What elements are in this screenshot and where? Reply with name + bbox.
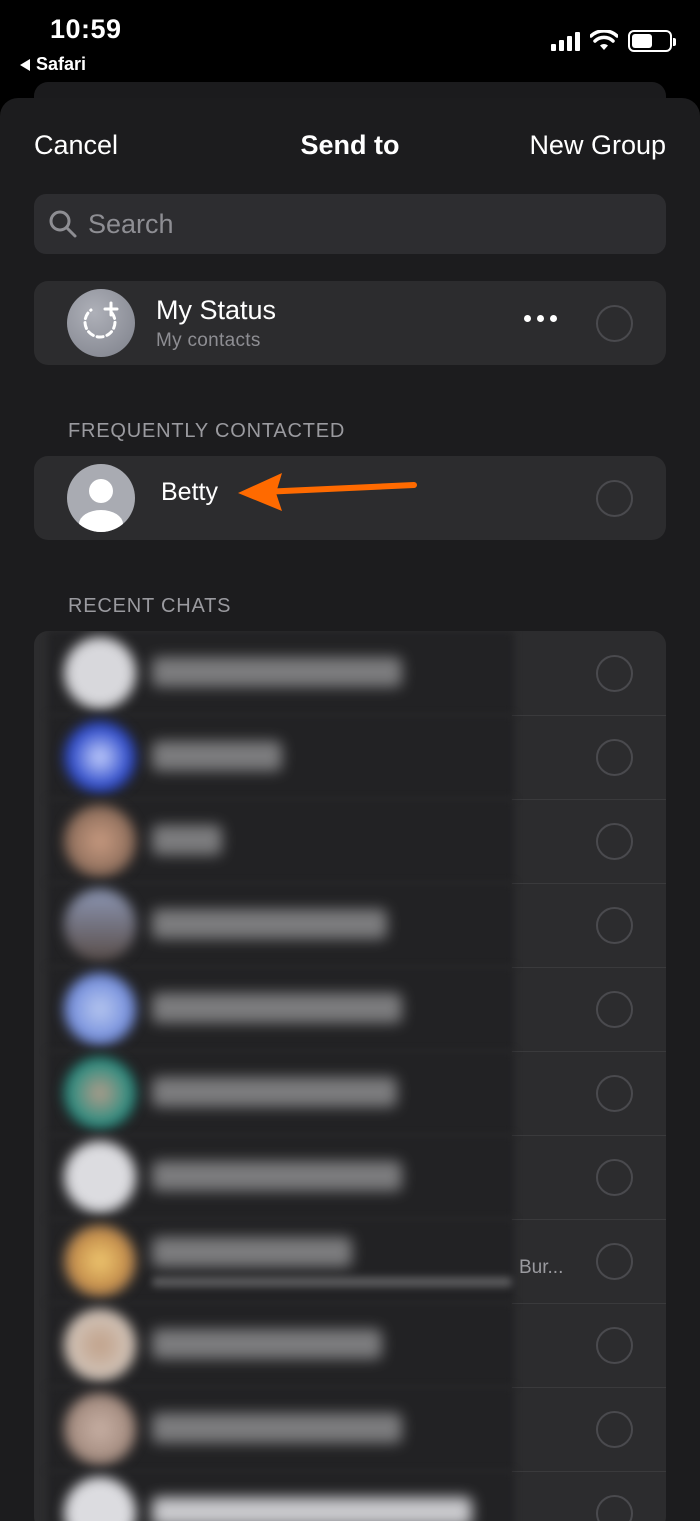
select-chat-radio[interactable] xyxy=(596,991,633,1028)
chat-row[interactable] xyxy=(34,799,666,883)
select-chat-radio[interactable] xyxy=(596,1495,633,1521)
select-chat-radio[interactable] xyxy=(596,1243,633,1280)
back-triangle-icon xyxy=(20,58,30,71)
my-status-avatar xyxy=(67,289,135,357)
chat-row[interactable] xyxy=(34,883,666,967)
chat-row[interactable] xyxy=(34,1387,666,1471)
clock: 10:59 xyxy=(50,14,122,44)
chat-row[interactable] xyxy=(34,631,666,715)
wifi-icon xyxy=(590,30,618,50)
new-group-button[interactable]: New Group xyxy=(529,130,666,161)
select-chat-radio[interactable] xyxy=(596,1159,633,1196)
my-status-row[interactable]: My Status My contacts xyxy=(34,281,666,365)
select-chat-radio[interactable] xyxy=(596,739,633,776)
add-status-icon xyxy=(83,301,119,339)
contact-name: Betty xyxy=(161,478,218,506)
chat-row[interactable] xyxy=(34,967,666,1051)
chat-row[interactable] xyxy=(34,715,666,799)
cancel-button[interactable]: Cancel xyxy=(34,130,118,161)
chat-row[interactable] xyxy=(34,1303,666,1387)
chat-row[interactable] xyxy=(34,1051,666,1135)
chat-subtitle: Bur... xyxy=(519,1257,564,1278)
status-bar: 10:59 Safari xyxy=(0,0,700,90)
chat-row[interactable]: Bur... xyxy=(34,1219,666,1303)
back-to-app-link[interactable]: Safari xyxy=(20,54,86,75)
select-chat-radio[interactable] xyxy=(596,1327,633,1364)
select-chat-radio[interactable] xyxy=(596,823,633,860)
orange-arrow-annotation xyxy=(238,473,417,511)
select-chat-radio[interactable] xyxy=(596,1411,633,1448)
recent-chats-header: RECENT CHATS xyxy=(68,595,232,617)
page-title-text: Send to xyxy=(300,130,400,160)
select-chat-radio[interactable] xyxy=(596,907,633,944)
chat-row[interactable] xyxy=(34,1135,666,1219)
select-betty-radio[interactable] xyxy=(596,480,633,517)
select-my-status-radio[interactable] xyxy=(596,305,633,342)
battery-icon xyxy=(628,30,676,52)
chat-row[interactable] xyxy=(34,1471,666,1521)
nav-bar: Cancel Send to New Group xyxy=(0,98,700,194)
back-app-label: Safari xyxy=(36,54,87,74)
more-options-icon[interactable] xyxy=(524,315,557,322)
search-bar[interactable] xyxy=(34,194,666,254)
cellular-signal-icon xyxy=(551,31,580,51)
select-chat-radio[interactable] xyxy=(596,1075,633,1112)
my-status-subtitle: My contacts xyxy=(156,330,261,351)
search-icon xyxy=(49,210,77,238)
default-avatar-icon xyxy=(67,464,135,532)
my-status-title: My Status xyxy=(156,295,277,325)
search-input[interactable] xyxy=(88,208,628,240)
recent-chats-card: Bur... xyxy=(34,631,666,1521)
select-chat-radio[interactable] xyxy=(596,655,633,692)
frequently-contacted-header: FREQUENTLY CONTACTED xyxy=(68,420,346,442)
send-to-sheet: Cancel Send to New Group My Status My co… xyxy=(0,98,700,1521)
status-icons xyxy=(551,30,676,52)
my-status-card: My Status My contacts xyxy=(34,281,666,365)
